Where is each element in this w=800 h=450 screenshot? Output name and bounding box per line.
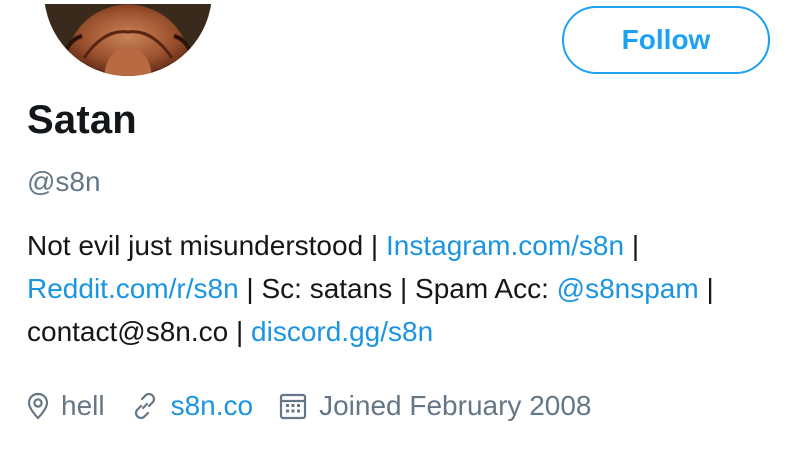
profile-header: Follow Satan @s8n Not evil just misunder… xyxy=(0,0,800,450)
profile-bio: Not evil just misunderstood | Instagram.… xyxy=(27,224,787,353)
location-pin-icon xyxy=(27,392,49,420)
profile-location: hell xyxy=(27,390,105,422)
bio-separator: | xyxy=(624,230,640,261)
bio-text: | Sc: satans | Spam Acc: xyxy=(238,273,557,304)
bio-link-discord[interactable]: discord.gg/s8n xyxy=(251,316,433,347)
joined-text: Joined February 2008 xyxy=(319,390,592,421)
bio-link-instagram[interactable]: Instagram.com/s8n xyxy=(386,230,624,261)
bio-link-reddit[interactable]: Reddit.com/r/s8n xyxy=(27,273,239,304)
avatar[interactable] xyxy=(44,0,212,76)
website-link[interactable]: s8n.co xyxy=(171,390,254,422)
avatar-image xyxy=(44,0,212,76)
profile-joined-date: Joined February 2008 xyxy=(279,390,592,422)
bio-mention-spam-account[interactable]: @s8nspam xyxy=(557,273,699,304)
calendar-icon xyxy=(279,392,307,420)
profile-handle: @s8n xyxy=(27,166,101,197)
profile-website: s8n.co xyxy=(131,390,254,422)
location-text: hell xyxy=(61,390,105,421)
follow-button[interactable]: Follow xyxy=(562,6,770,74)
bio-text: Not evil just misunderstood | xyxy=(27,230,386,261)
profile-meta: hell s8n.co Joined February 2008 xyxy=(27,384,592,428)
link-icon xyxy=(131,392,159,420)
display-name: Satan xyxy=(27,98,137,142)
